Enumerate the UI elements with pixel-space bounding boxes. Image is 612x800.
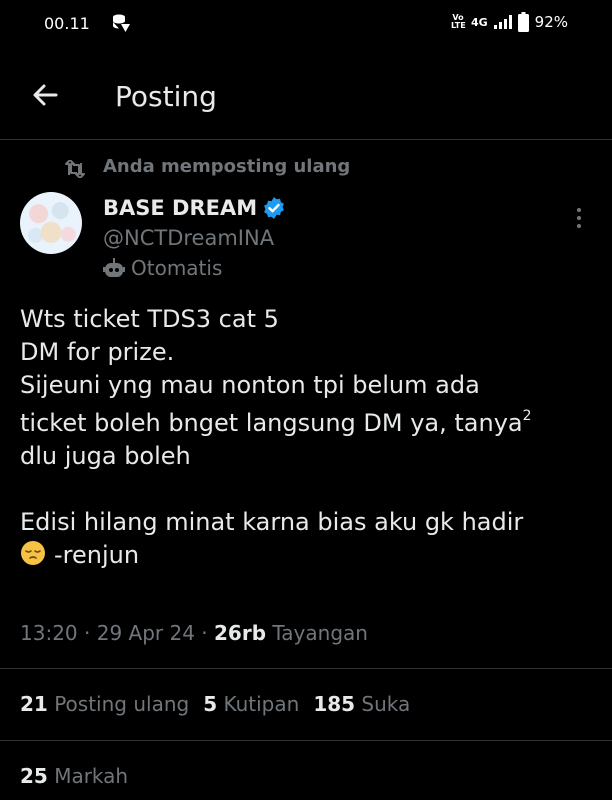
- more-options-icon[interactable]: [572, 206, 586, 230]
- status-time: 00.11: [44, 14, 90, 33]
- back-arrow-icon[interactable]: [30, 80, 60, 110]
- post-meta: 13:20 · 29 Apr 24 · 26rb Tayangan: [20, 621, 368, 645]
- stats-divider: [0, 740, 612, 741]
- views-count[interactable]: 26rb: [214, 621, 266, 645]
- likes-stat[interactable]: 185 Suka: [313, 692, 410, 716]
- repost-icon: [65, 160, 85, 178]
- avatar[interactable]: [20, 192, 82, 254]
- page-title: Posting: [115, 80, 217, 113]
- meta-divider: [0, 668, 612, 669]
- automated-label: Otomatis: [131, 256, 223, 280]
- status-indicators: Vo LTE 4G 92%: [451, 12, 568, 32]
- author-name[interactable]: BASE DREAM: [103, 196, 257, 220]
- engagement-stats: 21 Posting ulang 5 Kutipan 185 Suka: [20, 692, 410, 716]
- post-line: Edisi hilang minat karna bias aku gk had…: [20, 508, 524, 536]
- likes-count: 185: [313, 692, 356, 716]
- post-line: DM for prize.: [20, 338, 175, 366]
- post-line: -renjun: [20, 539, 595, 572]
- repost-context[interactable]: Anda memposting ulang: [103, 156, 350, 177]
- author-handle[interactable]: @NCTDreamINA: [103, 226, 274, 250]
- bot-icon: [103, 258, 125, 277]
- bookmarks-label: Markah: [47, 764, 129, 788]
- post-text: Wts ticket TDS3 cat 5 DM for prize. Sije…: [20, 303, 595, 572]
- verified-badge-icon: [264, 197, 284, 219]
- volte-indicator: Vo LTE: [450, 13, 466, 30]
- bookmarks-stat[interactable]: 25 Markah: [20, 764, 128, 788]
- separator: ·: [194, 621, 215, 645]
- quotes-label: Kutipan: [217, 692, 300, 716]
- post-line: dlu juga boleh: [20, 442, 191, 470]
- bookmarks-count: 25: [20, 764, 48, 788]
- post-line: Sijeuni yng mau nonton tpi belum ada: [20, 371, 480, 399]
- quotes-count: 5: [203, 692, 218, 716]
- battery-percent: 92%: [534, 13, 568, 31]
- pensive-face-emoji-icon: [21, 541, 45, 565]
- superscript: 2: [522, 408, 532, 424]
- post-line: ticket boleh bnget langsung DM ya, tanya…: [20, 402, 595, 440]
- network-type: 4G: [470, 15, 488, 29]
- post-time: 13:20: [20, 621, 78, 645]
- header-divider: [0, 139, 612, 140]
- reposts-stat[interactable]: 21 Posting ulang: [20, 692, 189, 716]
- data-saver-icon: [113, 14, 130, 32]
- separator: ·: [77, 621, 97, 645]
- views-label[interactable]: Tayangan: [266, 621, 368, 645]
- quotes-stat[interactable]: 5 Kutipan: [203, 692, 299, 716]
- signal-icon: [493, 15, 512, 29]
- battery-icon: [517, 12, 529, 32]
- post-line-text: ticket boleh bnget langsung DM ya, tanya: [20, 409, 523, 437]
- reposts-label: Posting ulang: [47, 692, 190, 716]
- post-date: 29 Apr 24: [96, 621, 195, 645]
- post-line: Wts ticket TDS3 cat 5: [20, 305, 279, 333]
- post-line-text: -renjun: [54, 541, 140, 569]
- reposts-count: 21: [20, 692, 48, 716]
- likes-label: Suka: [355, 692, 411, 716]
